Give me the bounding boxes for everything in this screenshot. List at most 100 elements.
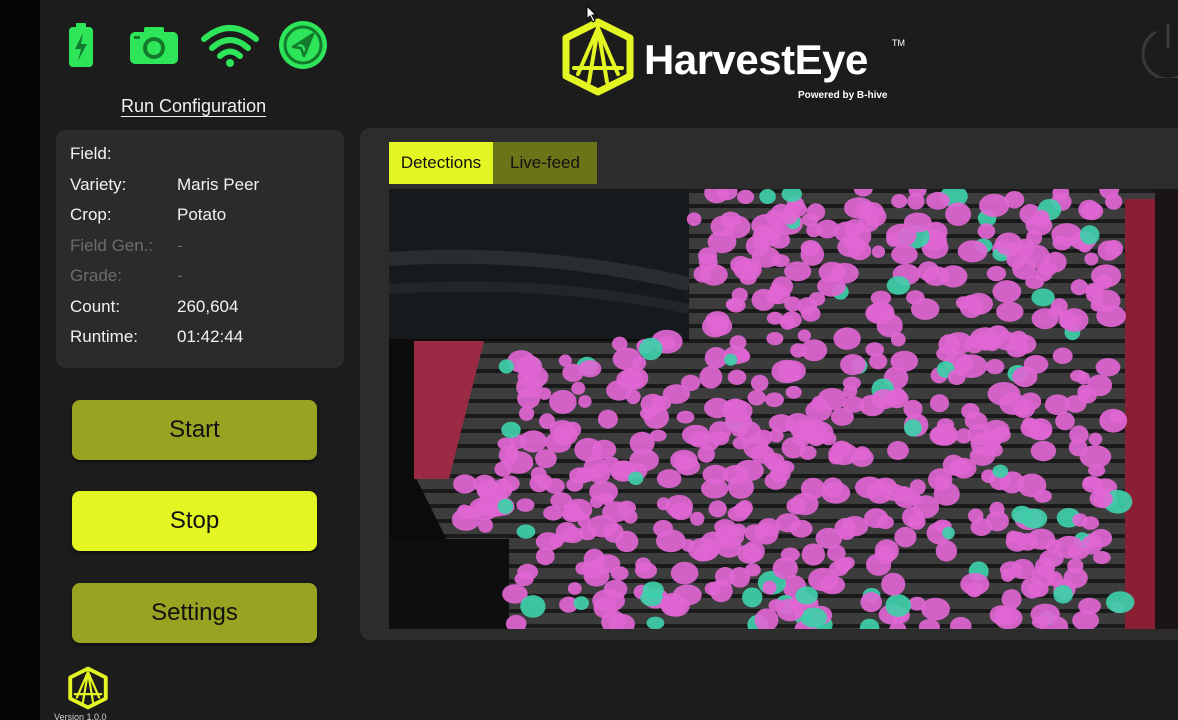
detection-marker bbox=[1105, 193, 1123, 210]
untracked-marker bbox=[724, 353, 738, 366]
detection-marker bbox=[1030, 603, 1060, 625]
detection-marker bbox=[906, 290, 925, 305]
detection-marker bbox=[550, 492, 573, 509]
detection-marker bbox=[744, 563, 761, 577]
settings-button[interactable]: Settings bbox=[72, 583, 317, 643]
detection-marker bbox=[732, 436, 749, 450]
untracked-marker bbox=[1106, 591, 1135, 614]
untracked-marker bbox=[885, 594, 911, 617]
detection-marker bbox=[886, 223, 917, 248]
detection-marker bbox=[535, 547, 555, 566]
detection-marker bbox=[519, 406, 535, 421]
detection-marker bbox=[1052, 347, 1073, 364]
detection-marker bbox=[1088, 432, 1103, 446]
detection-marker bbox=[957, 240, 988, 263]
detection-marker bbox=[987, 382, 1021, 406]
detection-marker bbox=[729, 335, 747, 350]
detection-marker bbox=[727, 506, 749, 522]
untracked-marker bbox=[498, 359, 514, 374]
power-icon[interactable] bbox=[1138, 18, 1178, 83]
detection-marker bbox=[996, 301, 1024, 322]
detection-marker bbox=[709, 579, 733, 603]
detection-marker bbox=[699, 264, 728, 286]
detection-marker bbox=[828, 561, 849, 577]
detection-marker bbox=[1084, 252, 1099, 266]
detection-marker bbox=[909, 479, 926, 495]
field-gen-label: Field Gen.: bbox=[70, 236, 154, 255]
detection-marker bbox=[747, 390, 766, 406]
tab-live-feed[interactable]: Live-feed bbox=[493, 142, 597, 184]
battery-icon bbox=[66, 20, 96, 70]
detection-marker bbox=[929, 394, 950, 413]
detection-marker bbox=[966, 582, 983, 598]
detection-marker bbox=[629, 431, 655, 455]
detection-marker bbox=[865, 342, 884, 357]
navigation-icon bbox=[277, 20, 329, 70]
detection-marker bbox=[1045, 539, 1062, 554]
detection-marker bbox=[640, 393, 666, 415]
stop-button[interactable]: Stop bbox=[72, 491, 317, 551]
detection-marker bbox=[979, 193, 1010, 217]
untracked-marker bbox=[516, 524, 536, 539]
untracked-marker bbox=[501, 421, 521, 438]
detection-marker bbox=[1095, 358, 1121, 377]
detection-marker bbox=[1012, 366, 1038, 388]
detection-marker bbox=[1070, 369, 1087, 382]
grade-row: Grade: - bbox=[70, 266, 183, 290]
detection-marker bbox=[806, 223, 822, 238]
untracked-marker bbox=[639, 337, 663, 361]
detection-marker bbox=[615, 530, 639, 553]
untracked-marker bbox=[642, 581, 664, 599]
detection-marker bbox=[799, 445, 817, 460]
detection-marker bbox=[1058, 310, 1078, 330]
detection-marker bbox=[750, 374, 769, 392]
detection-marker bbox=[1095, 274, 1113, 290]
runtime-value: 01:42:44 bbox=[177, 327, 244, 346]
detection-marker bbox=[1088, 464, 1106, 477]
detection-marker bbox=[838, 526, 856, 540]
detection-marker bbox=[840, 354, 866, 376]
detection-marker bbox=[1020, 418, 1042, 438]
run-configuration-link[interactable]: Run Configuration bbox=[121, 96, 266, 117]
detection-marker bbox=[704, 347, 728, 369]
detection-marker bbox=[955, 296, 971, 310]
untracked-marker bbox=[1053, 585, 1073, 604]
detection-marker bbox=[1081, 202, 1104, 221]
detection-marker bbox=[660, 592, 687, 617]
detection-marker bbox=[882, 483, 905, 501]
detection-marker bbox=[497, 437, 515, 451]
app-screen: Run Configuration HarvestEye TM Powered … bbox=[40, 0, 1178, 720]
detection-marker bbox=[606, 380, 632, 401]
detection-marker bbox=[710, 215, 736, 237]
detection-marker bbox=[772, 557, 798, 580]
detection-marker bbox=[1093, 551, 1111, 564]
detection-marker bbox=[571, 381, 586, 395]
detection-marker bbox=[860, 592, 882, 613]
detection-marker bbox=[857, 213, 880, 232]
run-configuration-panel: Field: Variety: Maris Peer Crop: Potato … bbox=[56, 130, 344, 368]
detection-marker bbox=[815, 527, 843, 549]
untracked-marker bbox=[628, 471, 644, 485]
detection-marker bbox=[801, 305, 821, 322]
detection-marker bbox=[992, 280, 1022, 303]
detection-marker bbox=[969, 327, 1001, 351]
detection-marker bbox=[970, 518, 993, 536]
detection-marker bbox=[597, 409, 618, 429]
detection-marker bbox=[680, 374, 701, 391]
detection-marker bbox=[1069, 425, 1089, 444]
detection-marker bbox=[670, 561, 699, 585]
detection-marker bbox=[917, 261, 940, 281]
tab-detections[interactable]: Detections bbox=[389, 142, 493, 184]
feed-panel: Detections Live-feed bbox=[360, 128, 1178, 640]
hive-logo-icon bbox=[562, 18, 634, 96]
detection-marker bbox=[578, 395, 592, 408]
detection-marker bbox=[807, 431, 825, 447]
detection-marker bbox=[1031, 566, 1056, 588]
grade-label: Grade: bbox=[70, 266, 122, 285]
count-row: Count: 260,604 bbox=[70, 297, 238, 321]
trademark-mark: TM bbox=[892, 38, 905, 48]
detection-marker bbox=[656, 497, 671, 511]
detection-marker bbox=[478, 517, 493, 533]
field-gen-value: - bbox=[177, 236, 183, 255]
start-button[interactable]: Start bbox=[72, 400, 317, 460]
